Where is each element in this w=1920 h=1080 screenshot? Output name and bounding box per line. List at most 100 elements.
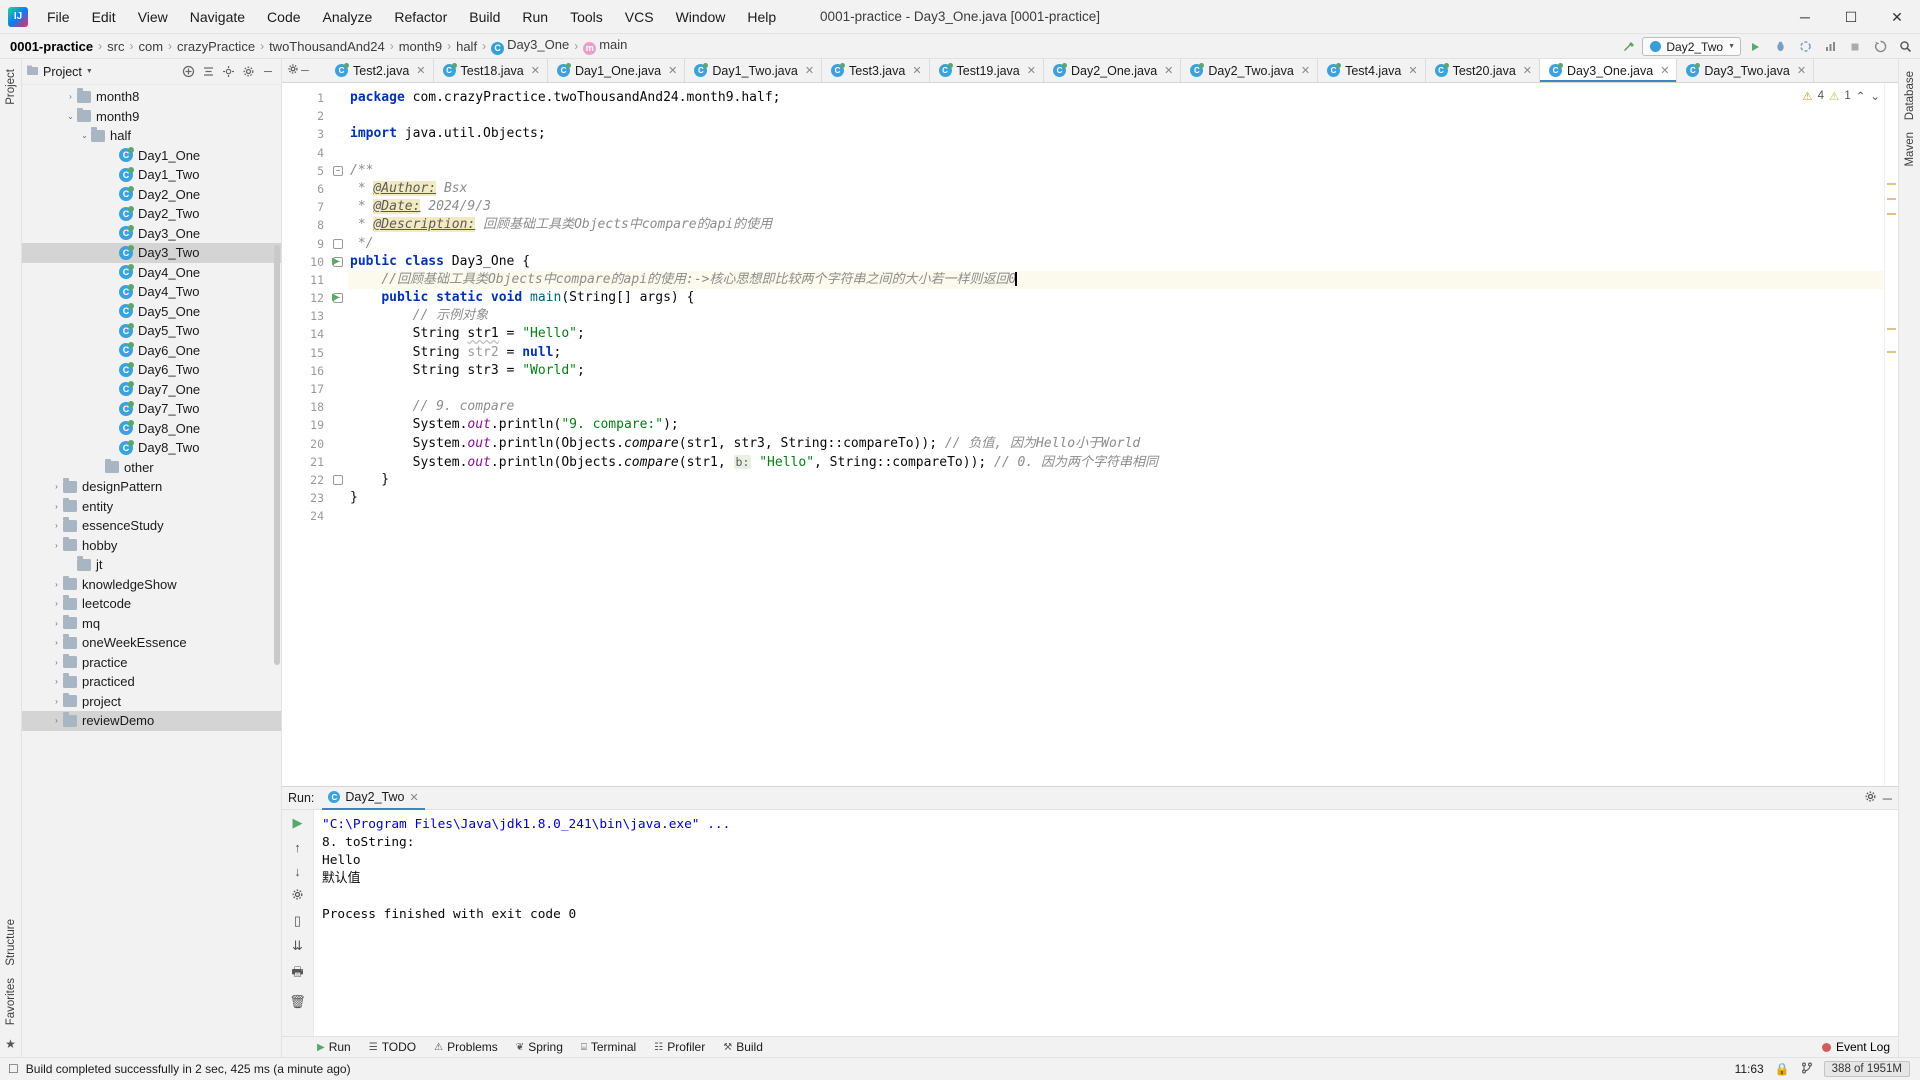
code-line[interactable]: System.out.println(Objects.compare(str1,… bbox=[348, 435, 1884, 453]
project-panel-title[interactable]: Project ▼ bbox=[26, 64, 93, 80]
fold-marker-icon[interactable]: − bbox=[333, 165, 343, 176]
editor-tab-test3-java[interactable]: C Test3.java ✕ bbox=[822, 59, 930, 82]
tree-item[interactable]: C Day5_One bbox=[22, 302, 281, 322]
code-line[interactable]: package com.crazyPractice.twoThousandAnd… bbox=[348, 89, 1884, 107]
editor-tab-test20-java[interactable]: C Test20.java ✕ bbox=[1425, 59, 1541, 82]
code-folding-column[interactable]: − − − bbox=[330, 83, 348, 786]
bottom-tab-todo[interactable]: ☰ TODO bbox=[360, 1037, 425, 1058]
code-line[interactable]: // 示例对象 bbox=[348, 307, 1884, 325]
code-line[interactable] bbox=[348, 507, 1884, 525]
tree-item[interactable]: ⌄ month9 bbox=[22, 107, 281, 127]
code-line[interactable]: * @Description: 回顾基础工具类Objects中compare的a… bbox=[348, 216, 1884, 234]
close-tab-icon[interactable]: ✕ bbox=[416, 64, 425, 77]
expand-arrow-icon[interactable]: › bbox=[50, 716, 63, 725]
code-line[interactable]: //回顾基础工具类Objects中compare的api的使用:->核心思想即比… bbox=[348, 270, 1884, 290]
close-tab-icon[interactable]: ✕ bbox=[1027, 64, 1036, 77]
tree-item[interactable]: C Day8_Two bbox=[22, 438, 281, 458]
menu-tools[interactable]: Tools bbox=[559, 5, 614, 29]
print-icon[interactable]: 🖶 bbox=[291, 963, 303, 985]
editor-tab-day3-two-java[interactable]: C Day3_Two.java ✕ bbox=[1677, 59, 1815, 82]
menu-file[interactable]: File bbox=[36, 5, 81, 29]
tree-item[interactable]: jt bbox=[22, 555, 281, 575]
menu-window[interactable]: Window bbox=[665, 5, 737, 29]
hammer-icon[interactable] bbox=[1617, 36, 1639, 58]
expand-arrow-icon[interactable]: › bbox=[64, 92, 77, 101]
bottom-tab-terminal[interactable]: ⌸ Terminal bbox=[572, 1037, 645, 1058]
code-line[interactable]: */ bbox=[348, 235, 1884, 253]
menu-help[interactable]: Help bbox=[736, 5, 787, 29]
next-problem-icon[interactable]: ⌄ bbox=[1870, 89, 1880, 103]
breadcrumb-item-half[interactable]: half bbox=[452, 38, 481, 55]
menu-view[interactable]: View bbox=[127, 5, 179, 29]
menu-navigate[interactable]: Navigate bbox=[179, 5, 256, 29]
menu-run[interactable]: Run bbox=[511, 5, 559, 29]
editor-tab-day3-one-java[interactable]: C Day3_One.java ✕ bbox=[1540, 59, 1678, 82]
search-icon[interactable] bbox=[1894, 36, 1916, 58]
tree-item[interactable]: › mq bbox=[22, 614, 281, 634]
code-line[interactable]: String str1 = "Hello"; bbox=[348, 325, 1884, 343]
fold-marker-icon[interactable] bbox=[333, 238, 343, 249]
stop-button[interactable] bbox=[1844, 36, 1866, 58]
tree-item[interactable]: C Day3_Two bbox=[22, 243, 281, 263]
tree-item[interactable]: ⌄ half bbox=[22, 126, 281, 146]
bottom-tab-problems[interactable]: ⚠ Problems bbox=[425, 1037, 507, 1058]
tool-window-database[interactable]: Database bbox=[1902, 65, 1918, 126]
expand-arrow-icon[interactable]: › bbox=[50, 580, 63, 589]
code-line[interactable] bbox=[348, 144, 1884, 162]
previous-problem-icon[interactable]: ⌃ bbox=[1856, 89, 1866, 103]
breadcrumb-item-crazypractice[interactable]: crazyPractice bbox=[173, 38, 259, 55]
menu-vcs[interactable]: VCS bbox=[614, 5, 665, 29]
bottom-tab-spring[interactable]: ❦ Spring bbox=[507, 1037, 572, 1058]
tree-item[interactable]: › practiced bbox=[22, 672, 281, 692]
run-with-coverage-button[interactable] bbox=[1794, 36, 1816, 58]
code-line[interactable]: * @Date: 2024/9/3 bbox=[348, 198, 1884, 216]
collapse-all-icon[interactable] bbox=[199, 63, 217, 81]
tree-item[interactable]: › hobby bbox=[22, 536, 281, 556]
bottom-tab-profiler[interactable]: ☷ Profiler bbox=[645, 1037, 714, 1058]
project-tree-scrollbar[interactable] bbox=[274, 245, 280, 665]
run-gutter-icon[interactable]: ▶ bbox=[332, 292, 340, 303]
tree-item[interactable]: C Day6_One bbox=[22, 341, 281, 361]
editor-tab-day2-two-java[interactable]: C Day2_Two.java ✕ bbox=[1181, 59, 1319, 82]
event-log-button[interactable]: Event Log bbox=[1821, 1040, 1890, 1054]
tree-item[interactable]: C Day6_Two bbox=[22, 360, 281, 380]
code-line[interactable]: System.out.println(Objects.compare(str1,… bbox=[348, 453, 1884, 471]
run-button[interactable] bbox=[1744, 36, 1766, 58]
tree-item[interactable]: › entity bbox=[22, 497, 281, 517]
code-content[interactable]: package com.crazyPractice.twoThousandAnd… bbox=[348, 83, 1884, 786]
breadcrumb-item-com[interactable]: com bbox=[134, 38, 167, 55]
expand-arrow-icon[interactable]: › bbox=[50, 599, 63, 608]
code-editor[interactable]: 1 2 3 4 5 6 7 8 9 10 11 12 13 14 15 16 17 18 19 20 21 22 23 24 … bbox=[282, 83, 1898, 786]
close-tab-icon[interactable]: ✕ bbox=[1660, 64, 1669, 77]
editor-tab-test19-java[interactable]: C Test19.java ✕ bbox=[929, 59, 1044, 82]
settings-gear-icon[interactable] bbox=[1864, 790, 1877, 806]
expand-arrow-icon[interactable]: › bbox=[50, 619, 63, 628]
breadcrumb-item-src[interactable]: src bbox=[103, 38, 128, 55]
menu-analyze[interactable]: Analyze bbox=[312, 5, 384, 29]
tree-item[interactable]: › oneWeekEssence bbox=[22, 633, 281, 653]
close-tab-icon[interactable]: ✕ bbox=[1523, 64, 1532, 77]
close-tab-icon[interactable]: ✕ bbox=[1408, 64, 1417, 77]
locate-icon[interactable] bbox=[219, 63, 237, 81]
memory-indicator[interactable]: 388 of 1951M bbox=[1823, 1061, 1910, 1077]
tree-item[interactable]: C Day7_Two bbox=[22, 399, 281, 419]
code-line[interactable]: } bbox=[348, 471, 1884, 489]
close-button[interactable]: ✕ bbox=[1874, 0, 1920, 34]
debug-button[interactable] bbox=[1769, 36, 1791, 58]
console-output[interactable]: "C:\Program Files\Java\jdk1.8.0_241\bin\… bbox=[314, 810, 1898, 1036]
expand-arrow-icon[interactable]: › bbox=[50, 677, 63, 686]
up-icon[interactable]: ↑ bbox=[294, 840, 301, 855]
tool-window-project[interactable]: Project bbox=[3, 63, 19, 111]
tool-window-favorites[interactable]: Favorites bbox=[3, 972, 19, 1031]
code-line[interactable]: String str2 = null; bbox=[348, 344, 1884, 362]
run-configuration-selector[interactable]: Day2_Two ▼ bbox=[1642, 37, 1741, 56]
tree-item[interactable]: › month8 bbox=[22, 87, 281, 107]
tree-item[interactable]: › reviewDemo bbox=[22, 711, 281, 731]
expand-arrow-icon[interactable]: ⌄ bbox=[78, 131, 91, 140]
expand-arrow-icon[interactable]: ⌄ bbox=[64, 112, 77, 121]
close-icon[interactable]: ✕ bbox=[409, 791, 418, 804]
editor-tab-day1-two-java[interactable]: C Day1_Two.java ✕ bbox=[685, 59, 823, 82]
tree-item[interactable]: C Day2_One bbox=[22, 185, 281, 205]
code-line[interactable]: public static void main(String[] args) { bbox=[348, 289, 1884, 307]
close-tab-icon[interactable]: ✕ bbox=[1301, 64, 1310, 77]
